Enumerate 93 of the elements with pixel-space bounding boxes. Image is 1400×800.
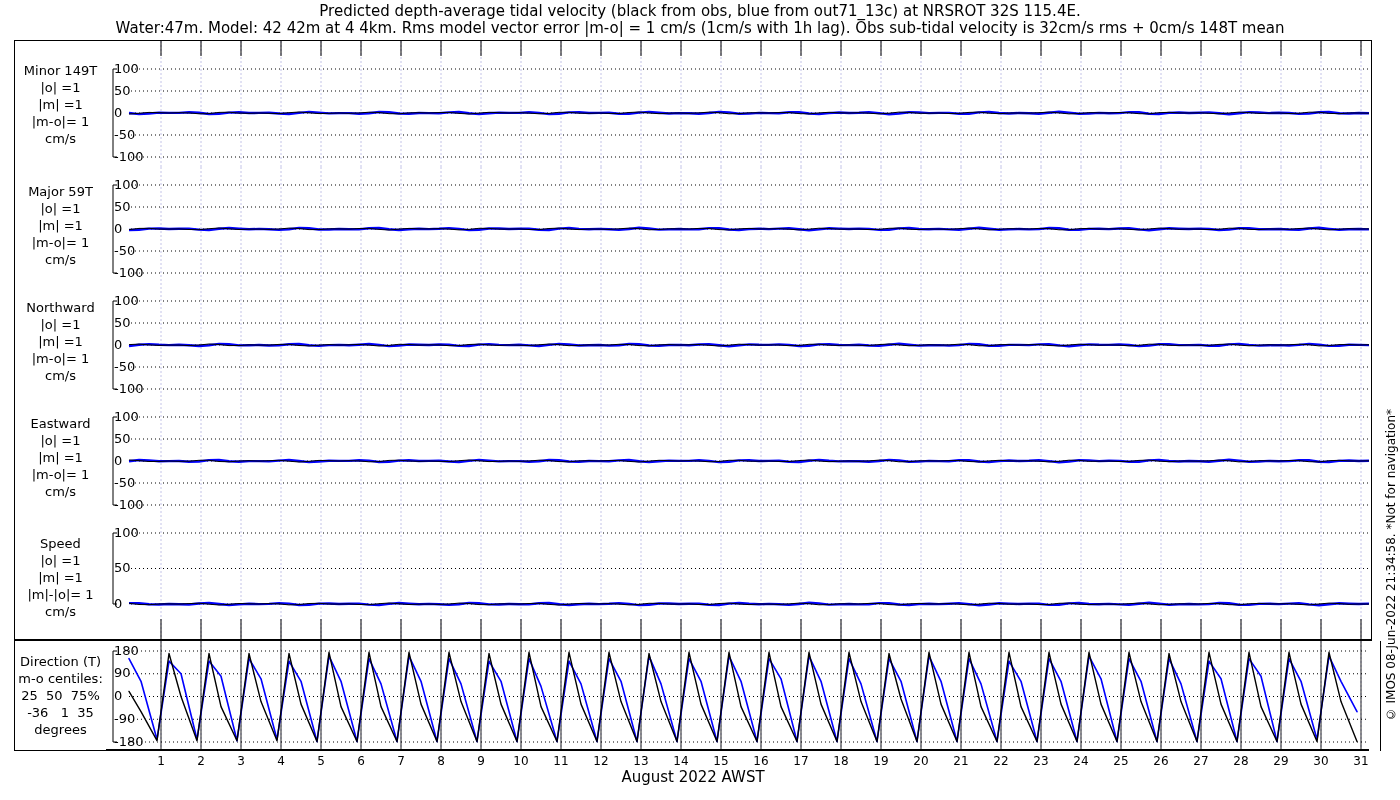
x-tick-label: 25 bbox=[1112, 753, 1130, 769]
x-tick-label: 11 bbox=[552, 753, 570, 769]
y-tick-label: 100 bbox=[114, 408, 139, 424]
panel-label: Speed bbox=[40, 534, 81, 552]
panel-label: cm/s bbox=[45, 602, 76, 620]
y-tick-label: 50 bbox=[114, 430, 131, 446]
x-tick-label: 5 bbox=[316, 753, 326, 769]
y-tick-label: 50 bbox=[114, 82, 131, 98]
x-axis-label: August 2022 AWST bbox=[621, 768, 765, 786]
panel-label: |m| =1 bbox=[38, 216, 83, 234]
x-tick-label: 15 bbox=[712, 753, 730, 769]
y-tick-label: 50 bbox=[114, 198, 131, 214]
panel-label: |m| =1 bbox=[38, 95, 83, 113]
x-tick-label: 1 bbox=[156, 753, 166, 769]
x-tick-label: 9 bbox=[476, 753, 486, 769]
panel-label: 25 50 75% bbox=[21, 687, 100, 704]
y-tick-label: -100 bbox=[114, 496, 144, 512]
x-tick-label: 21 bbox=[952, 753, 970, 769]
y-tick-label: -50 bbox=[114, 126, 136, 142]
y-tick-label: -100 bbox=[114, 264, 144, 280]
x-tick-label: 26 bbox=[1152, 753, 1170, 769]
panel-label: |o| =1 bbox=[40, 315, 81, 333]
panel-label: cm/s bbox=[45, 250, 76, 268]
x-tick-label: 27 bbox=[1192, 753, 1210, 769]
y-tick-label: 0 bbox=[114, 336, 123, 352]
y-tick-label: -100 bbox=[114, 380, 144, 396]
panel-label: |m-o|= 1 bbox=[31, 349, 90, 367]
y-tick-label: 180 bbox=[114, 642, 139, 658]
panel-label: Northward bbox=[26, 298, 95, 316]
y-tick-label: -50 bbox=[114, 474, 136, 490]
y-tick-label: 90 bbox=[114, 665, 131, 681]
chart-title: Water:47m. Model: 42 42m at 4 4km. Rms model vector error |m-o| = 1 cm/s (1cm/s with 1h lag). Obs sub-tidal velocity is 32cm/s rms + 0cm/s 148T mean bbox=[115, 20, 1285, 37]
panel-label: |m|-|o|= 1 bbox=[27, 585, 94, 603]
x-tick-label: 20 bbox=[912, 753, 930, 769]
x-tick-label: 2 bbox=[196, 753, 206, 769]
y-tick-label: 100 bbox=[114, 292, 139, 308]
y-tick-label: -180 bbox=[114, 733, 144, 749]
x-tick-label: 19 bbox=[872, 753, 890, 769]
y-tick-label: 100 bbox=[114, 176, 139, 192]
panel-label: |m-o|= 1 bbox=[31, 112, 90, 130]
panel-label: Eastward bbox=[30, 414, 91, 432]
x-tick-label: 14 bbox=[672, 753, 690, 769]
panel-label: |o| =1 bbox=[40, 551, 81, 569]
panel-label: |o| =1 bbox=[40, 199, 81, 217]
y-tick-label: 100 bbox=[114, 60, 139, 76]
x-tick-label: 12 bbox=[592, 753, 610, 769]
x-tick-label: 31 bbox=[1352, 753, 1370, 769]
y-tick-label: 50 bbox=[114, 314, 131, 330]
x-tick-label: 13 bbox=[632, 753, 650, 769]
y-tick-label: 0 bbox=[114, 452, 123, 468]
panel-label: Direction (T) bbox=[20, 653, 101, 670]
panel-label: -36 1 35 bbox=[27, 704, 94, 721]
x-tick-label: 4 bbox=[276, 753, 286, 769]
x-tick-label: 8 bbox=[436, 753, 446, 769]
x-tick-label: 24 bbox=[1072, 753, 1090, 769]
panel-label: |m| =1 bbox=[38, 332, 83, 350]
y-tick-label: 100 bbox=[114, 524, 139, 540]
panel-label: |o| =1 bbox=[40, 78, 81, 96]
x-tick-label: 7 bbox=[396, 753, 406, 769]
x-tick-label: 23 bbox=[1032, 753, 1050, 769]
copyright-notice: © IMOS 08-Jun-2022 21:34:58. *Not for navigation* bbox=[1382, 408, 1399, 721]
x-tick-label: 6 bbox=[356, 753, 366, 769]
y-tick-label: -90 bbox=[114, 710, 136, 726]
x-tick-label: 16 bbox=[752, 753, 770, 769]
panel-label: |m| =1 bbox=[38, 568, 83, 586]
panel-label: |m| =1 bbox=[38, 448, 83, 466]
x-tick-label: 28 bbox=[1232, 753, 1250, 769]
y-tick-label: 0 bbox=[114, 220, 123, 236]
chart-title: Predicted depth-average tidal velocity (black from obs, blue from out71_13c) at NRSROT 32S 115.4E. bbox=[319, 3, 1081, 20]
y-tick-label: 0 bbox=[114, 104, 123, 120]
panel-label: Major 59T bbox=[28, 182, 93, 200]
x-tick-label: 22 bbox=[992, 753, 1010, 769]
y-tick-label: 0 bbox=[114, 595, 123, 611]
y-tick-label: -50 bbox=[114, 358, 136, 374]
panel-label: |m-o|= 1 bbox=[31, 465, 90, 483]
x-tick-label: 3 bbox=[236, 753, 246, 769]
panel-label: cm/s bbox=[45, 129, 76, 147]
panel-label: |o| =1 bbox=[40, 431, 81, 449]
panel-label: Minor 149T bbox=[23, 61, 98, 79]
y-tick-label: 0 bbox=[114, 688, 123, 703]
panel-label: cm/s bbox=[45, 366, 76, 384]
panel-label: |m-o|= 1 bbox=[31, 233, 90, 251]
y-tick-label: 50 bbox=[114, 560, 131, 575]
panel-label: degrees bbox=[34, 721, 87, 738]
panel-label: cm/s bbox=[45, 482, 76, 500]
x-tick-label: 18 bbox=[832, 753, 850, 769]
panel-label: m-o centiles: bbox=[18, 670, 103, 687]
y-tick-label: -50 bbox=[114, 242, 136, 258]
x-tick-label: 29 bbox=[1272, 753, 1290, 769]
x-tick-label: 17 bbox=[792, 753, 810, 769]
x-tick-label: 30 bbox=[1312, 753, 1330, 769]
x-tick-label: 10 bbox=[512, 753, 530, 769]
y-tick-label: -100 bbox=[114, 148, 144, 164]
